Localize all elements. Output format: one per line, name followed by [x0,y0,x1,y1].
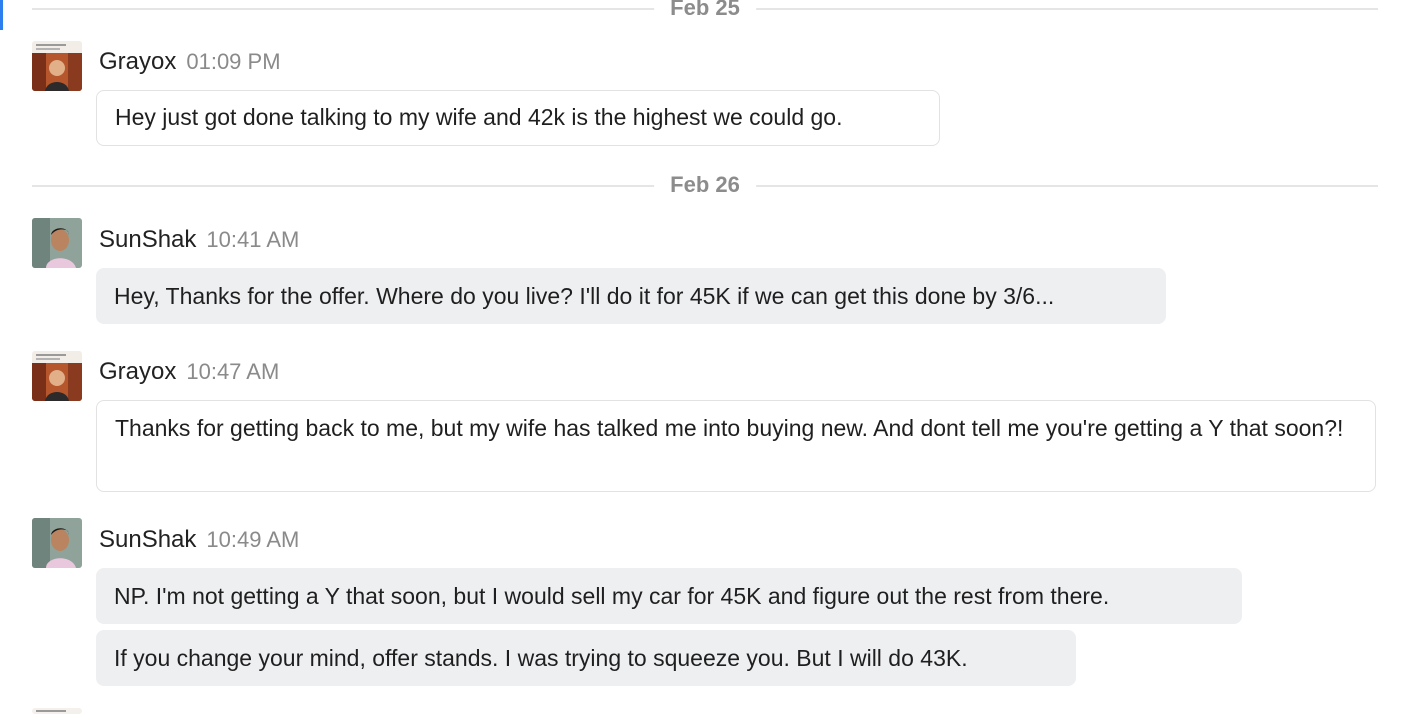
grayox-avatar[interactable] [32,351,82,401]
message-text: NP. I'm not getting a Y that soon, but I… [114,583,1110,609]
message-bubble[interactable]: Hey, Thanks for the offer. Where do you … [96,268,1166,324]
sunshak-avatar[interactable] [32,518,82,568]
message-text: If you change your mind, offer stands. I… [114,645,968,671]
message-time: 10:49 AM [206,527,300,552]
date-divider-label: Feb 25 [654,0,756,21]
grayox-avatar[interactable] [32,41,82,91]
message-header: Grayox 10:47 AM [99,358,279,386]
author-name[interactable]: SunShak [99,226,196,253]
author-name[interactable]: Grayox [99,358,176,385]
message-header: Grayox 01:09 PM [99,48,281,76]
message-time: 10:41 AM [206,227,300,252]
message-bubble[interactable]: Thanks for getting back to me, but my wi… [96,400,1376,492]
message-bubble[interactable]: NP. I'm not getting a Y that soon, but I… [96,568,1242,624]
message-text: Hey just got done talking to my wife and… [115,104,843,130]
message-header: SunShak 10:41 AM [99,226,299,254]
message-header: SunShak 10:49 AM [99,526,299,554]
message-time: 01:09 PM [186,49,281,74]
author-name[interactable]: SunShak [99,526,196,553]
date-divider: Feb 26 [32,172,1378,198]
message-bubble[interactable]: If you change your mind, offer stands. I… [96,630,1076,686]
grayox-avatar[interactable] [32,708,82,714]
sunshak-avatar[interactable] [32,218,82,268]
message-bubble[interactable]: Hey just got done talking to my wife and… [96,90,940,146]
author-name[interactable]: Grayox [99,48,176,75]
date-divider-label: Feb 26 [654,172,756,198]
date-divider: Feb 25 [32,0,1378,21]
message-time: 10:47 AM [186,359,280,384]
message-text: Hey, Thanks for the offer. Where do you … [114,283,1055,309]
chat-thread[interactable]: Feb 25 Grayox 01:09 PM Hey just got done … [0,0,1408,714]
message-text: Thanks for getting back to me, but my wi… [115,415,1344,441]
